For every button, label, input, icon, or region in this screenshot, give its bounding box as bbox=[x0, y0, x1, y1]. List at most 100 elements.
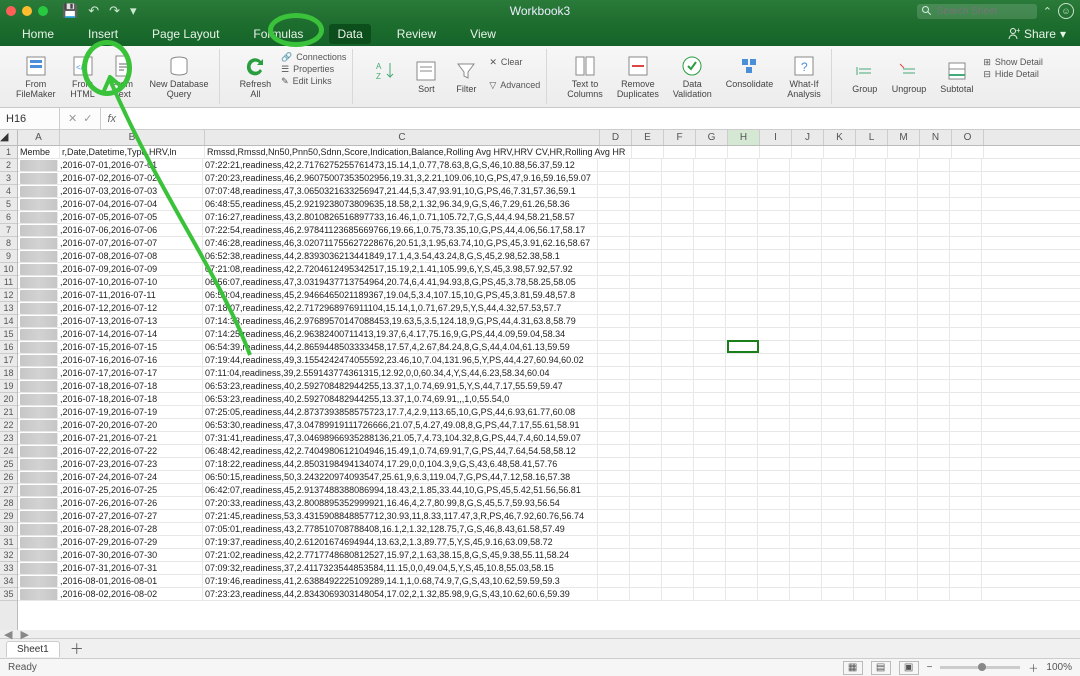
cell[interactable] bbox=[630, 289, 662, 301]
cell[interactable] bbox=[726, 393, 758, 405]
cell[interactable] bbox=[694, 497, 726, 509]
cell[interactable] bbox=[822, 185, 854, 197]
cell[interactable] bbox=[630, 510, 662, 522]
cell[interactable] bbox=[790, 471, 822, 483]
cell[interactable] bbox=[598, 458, 630, 470]
cell[interactable] bbox=[598, 211, 630, 223]
cell[interactable] bbox=[790, 549, 822, 561]
cell[interactable] bbox=[662, 354, 694, 366]
cell[interactable] bbox=[726, 250, 758, 262]
cell[interactable] bbox=[854, 185, 886, 197]
feedback-icon[interactable]: ☺ bbox=[1058, 3, 1074, 19]
cell[interactable] bbox=[726, 367, 758, 379]
cell[interactable] bbox=[950, 328, 982, 340]
row-header[interactable]: 30 bbox=[0, 523, 17, 536]
cell[interactable] bbox=[630, 367, 662, 379]
cell[interactable]: 07:16:27,readiness,43,2.8010826516897733… bbox=[203, 211, 598, 223]
cell[interactable]: 07:14:25,readiness,46,2.96382400711413,1… bbox=[203, 328, 598, 340]
cell[interactable] bbox=[822, 458, 854, 470]
cell[interactable]: 07:23:23,readiness,44,2.8343069303148054… bbox=[203, 588, 598, 600]
column-header-I[interactable]: I bbox=[760, 130, 792, 145]
cell[interactable] bbox=[758, 393, 790, 405]
row-header[interactable]: 23 bbox=[0, 432, 17, 445]
row-header[interactable]: 26 bbox=[0, 471, 17, 484]
cell[interactable] bbox=[20, 342, 58, 353]
cell[interactable] bbox=[790, 419, 822, 431]
cell[interactable] bbox=[20, 329, 58, 340]
cell[interactable] bbox=[630, 354, 662, 366]
cell[interactable] bbox=[20, 316, 58, 327]
cell[interactable] bbox=[20, 199, 58, 210]
cell[interactable] bbox=[630, 380, 662, 392]
text-to-columns-button[interactable]: Text to Columns bbox=[563, 52, 607, 102]
cell[interactable] bbox=[790, 445, 822, 457]
cell[interactable] bbox=[790, 484, 822, 496]
cell[interactable] bbox=[950, 536, 982, 548]
cell[interactable] bbox=[758, 276, 790, 288]
cell[interactable] bbox=[598, 549, 630, 561]
cell[interactable] bbox=[918, 250, 950, 262]
table-row[interactable]: ,2016-07-19,2016-07-1907:25:05,readiness… bbox=[18, 406, 1080, 419]
cell[interactable] bbox=[854, 549, 886, 561]
table-row[interactable]: ,2016-07-28,2016-07-2807:05:01,readiness… bbox=[18, 523, 1080, 536]
cell[interactable] bbox=[662, 549, 694, 561]
cell[interactable] bbox=[854, 536, 886, 548]
cell[interactable] bbox=[886, 185, 918, 197]
cell[interactable] bbox=[790, 497, 822, 509]
table-row[interactable]: ,2016-07-07,2016-07-0707:46:28,readiness… bbox=[18, 237, 1080, 250]
cell[interactable] bbox=[694, 185, 726, 197]
cell[interactable] bbox=[822, 315, 854, 327]
cell[interactable] bbox=[886, 458, 918, 470]
cell[interactable] bbox=[822, 471, 854, 483]
cell[interactable] bbox=[662, 211, 694, 223]
cell[interactable] bbox=[758, 549, 790, 561]
cell[interactable] bbox=[630, 432, 662, 444]
cell[interactable] bbox=[598, 276, 630, 288]
cell[interactable] bbox=[822, 250, 854, 262]
cell[interactable] bbox=[854, 341, 886, 353]
cell[interactable] bbox=[662, 484, 694, 496]
cell[interactable] bbox=[20, 589, 58, 600]
cell[interactable] bbox=[630, 211, 662, 223]
from-filemaker-button[interactable]: From FileMaker bbox=[12, 52, 60, 102]
cell[interactable] bbox=[918, 185, 950, 197]
cell[interactable] bbox=[886, 406, 918, 418]
cell[interactable]: ,2016-07-18,2016-07-18 bbox=[58, 393, 203, 405]
cell[interactable]: 07:20:33,readiness,43,2.8008895352999921… bbox=[203, 497, 598, 509]
cell[interactable] bbox=[20, 355, 58, 366]
what-if-button[interactable]: ?What-If Analysis bbox=[783, 52, 825, 102]
table-row[interactable]: ,2016-07-09,2016-07-0907:21:08,readiness… bbox=[18, 263, 1080, 276]
cell[interactable]: ,2016-07-28,2016-07-28 bbox=[58, 523, 203, 535]
horizontal-scrollbar[interactable]: ◀ ▶ bbox=[0, 630, 1080, 638]
cell[interactable] bbox=[822, 198, 854, 210]
cell[interactable] bbox=[822, 419, 854, 431]
cell[interactable]: ,2016-07-27,2016-07-27 bbox=[58, 510, 203, 522]
table-row[interactable]: ,2016-07-16,2016-07-1607:19:44,readiness… bbox=[18, 354, 1080, 367]
cell[interactable] bbox=[918, 276, 950, 288]
cell[interactable] bbox=[20, 303, 58, 314]
cell[interactable] bbox=[950, 276, 982, 288]
cell[interactable] bbox=[694, 575, 726, 587]
cell[interactable] bbox=[598, 302, 630, 314]
cell[interactable] bbox=[918, 471, 950, 483]
row-header[interactable]: 18 bbox=[0, 367, 17, 380]
cell[interactable] bbox=[632, 146, 664, 158]
row-header[interactable]: 10 bbox=[0, 263, 17, 276]
cell[interactable] bbox=[760, 146, 792, 158]
row-header[interactable]: 1 bbox=[0, 146, 17, 159]
qat-customize-icon[interactable]: ▾ bbox=[130, 3, 137, 19]
cell[interactable] bbox=[726, 588, 758, 600]
cell[interactable] bbox=[950, 562, 982, 574]
cell[interactable] bbox=[726, 328, 758, 340]
tab-insert[interactable]: Insert bbox=[80, 24, 126, 44]
cell[interactable] bbox=[726, 419, 758, 431]
column-header-L[interactable]: L bbox=[856, 130, 888, 145]
cell[interactable] bbox=[694, 224, 726, 236]
cell[interactable] bbox=[950, 263, 982, 275]
cell[interactable] bbox=[20, 160, 58, 171]
cell[interactable] bbox=[20, 433, 58, 444]
cell[interactable] bbox=[886, 341, 918, 353]
cell[interactable] bbox=[822, 432, 854, 444]
cell[interactable] bbox=[950, 159, 982, 171]
table-row[interactable]: ,2016-07-10,2016-07-1006:56:07,readiness… bbox=[18, 276, 1080, 289]
